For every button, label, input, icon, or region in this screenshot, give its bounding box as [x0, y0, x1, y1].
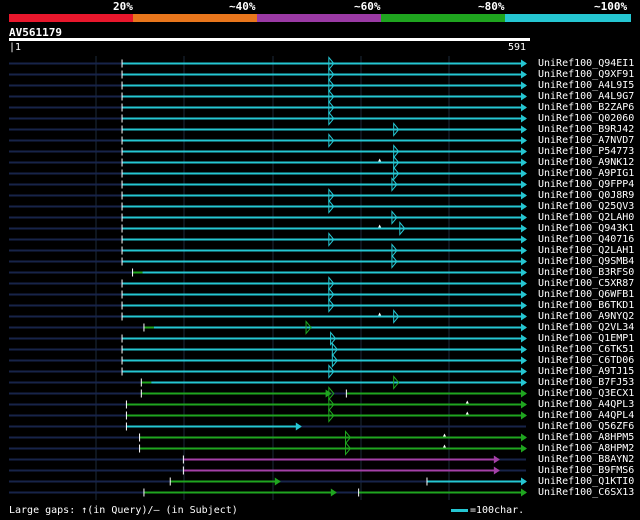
hit-label[interactable]: UniRef100_B9RJ42 [538, 124, 634, 135]
hit-label[interactable]: UniRef100_Q94EI1 [538, 58, 634, 69]
hit-label[interactable]: UniRef100_A8HPM2 [538, 443, 634, 454]
gap-in-subject-marker [465, 400, 469, 404]
hit-label[interactable]: UniRef100_C6TK51 [538, 344, 634, 355]
hit-end-arrow [521, 81, 527, 90]
hit-end-arrow [521, 488, 527, 497]
hit-end-arrow [295, 422, 302, 431]
hit-end-arrow [521, 433, 527, 442]
hit-end-arrow [521, 224, 527, 233]
hit-end-arrow [274, 477, 281, 486]
hit-end-arrow [521, 312, 527, 321]
hit-label[interactable]: UniRef100_Q9XF91 [538, 69, 634, 80]
hit-label[interactable]: UniRef100_P54773 [538, 146, 634, 157]
hit-end-arrow [521, 246, 527, 255]
hit-end-arrow [521, 180, 527, 189]
hit-end-arrow [521, 103, 527, 112]
hit-label[interactable]: UniRef100_A8HPM5 [538, 432, 634, 443]
hit-end-arrow [521, 257, 527, 266]
hit-end-arrow [521, 367, 527, 376]
hit-label[interactable]: UniRef100_Q1KTI0 [538, 476, 634, 487]
gap-in-subject-marker [378, 224, 382, 228]
hit-end-arrow [521, 191, 527, 200]
hit-end-arrow [493, 466, 500, 475]
hit-end-arrow [521, 158, 527, 167]
hit-end-arrow [521, 136, 527, 145]
gap-in-subject-marker [443, 433, 447, 437]
hit-end-arrow [521, 147, 527, 156]
scale-legend: =100char. [451, 505, 524, 516]
hit-label[interactable]: UniRef100_A9PIG1 [538, 168, 634, 179]
hit-label[interactable]: UniRef100_A4QPL3 [538, 399, 634, 410]
hit-end-arrow [521, 59, 527, 68]
hit-label[interactable]: UniRef100_B9FMS6 [538, 465, 634, 476]
hit-label[interactable]: UniRef100_Q40716 [538, 234, 634, 245]
hit-end-arrow [521, 477, 527, 486]
hit-end-arrow [521, 411, 527, 420]
hit-label[interactable]: UniRef100_B7FJ53 [538, 377, 634, 388]
hit-label[interactable]: UniRef100_Q02060 [538, 113, 634, 124]
hit-label[interactable]: UniRef100_C6TD06 [538, 355, 634, 366]
hit-end-arrow [521, 235, 527, 244]
hit-label[interactable]: UniRef100_B2ZAP6 [538, 102, 634, 113]
hit-label[interactable]: UniRef100_A4QPL4 [538, 410, 634, 421]
hit-label[interactable]: UniRef100_C5XR87 [538, 278, 634, 289]
gap-legend: Large gaps: ↑(in Query)/— (in Subject) [9, 505, 238, 516]
gap-in-subject-marker [465, 411, 469, 415]
hit-label[interactable]: UniRef100_A9TJ15 [538, 366, 634, 377]
hit-label[interactable]: UniRef100_B6TKD1 [538, 300, 634, 311]
hit-end-arrow [521, 92, 527, 101]
hit-label[interactable]: UniRef100_Q943K1 [538, 223, 634, 234]
hit-end-arrow [521, 378, 527, 387]
hit-end-arrow [521, 400, 527, 409]
hit-end-arrow [521, 290, 527, 299]
gap-in-subject-marker [443, 444, 447, 448]
hit-end-arrow [521, 356, 527, 365]
hit-end-arrow [521, 268, 527, 277]
hit-end-arrow [521, 70, 527, 79]
hit-end-arrow [521, 334, 527, 343]
hit-label[interactable]: UniRef100_A9NYQ2 [538, 311, 634, 322]
hit-label[interactable]: UniRef100_Q25QV3 [538, 201, 634, 212]
hit-label[interactable]: UniRef100_C6SX13 [538, 487, 634, 498]
hit-label[interactable]: UniRef100_Q2VL34 [538, 322, 634, 333]
hit-end-arrow [521, 301, 527, 310]
hit-label[interactable]: UniRef100_Q6WFB1 [538, 289, 634, 300]
hit-end-arrow [521, 125, 527, 134]
gap-in-subject-marker [378, 158, 382, 162]
hit-end-arrow [521, 323, 527, 332]
hit-label[interactable]: UniRef100_Q3ECX1 [538, 388, 634, 399]
hit-label[interactable]: UniRef100_Q9SMB4 [538, 256, 634, 267]
hit-end-arrow [521, 389, 527, 398]
scale-legend-text: =100char. [470, 505, 525, 516]
hit-label[interactable]: UniRef100_A4L9G7 [538, 91, 634, 102]
hit-label[interactable]: UniRef100_B8AYN2 [538, 454, 634, 465]
hit-label[interactable]: UniRef100_A9NK12 [538, 157, 634, 168]
hit-label[interactable]: UniRef100_Q2LAH1 [538, 245, 634, 256]
hit-end-arrow [521, 279, 527, 288]
hit-label[interactable]: UniRef100_Q9FPP4 [538, 179, 634, 190]
hit-label[interactable]: UniRef100_Q1EMP1 [538, 333, 634, 344]
hit-end-arrow [521, 169, 527, 178]
hit-end-arrow [521, 213, 527, 222]
hit-label[interactable]: UniRef100_Q2LAH0 [538, 212, 634, 223]
scale-legend-swatch [451, 508, 468, 512]
hit-label[interactable]: UniRef100_A4L9I5 [538, 80, 634, 91]
hit-label[interactable]: UniRef100_Q56ZF6 [538, 421, 634, 432]
hit-label[interactable]: UniRef100_Q0J8R9 [538, 190, 634, 201]
hit-end-arrow [521, 345, 527, 354]
hit-end-arrow [521, 202, 527, 211]
hit-end-arrow [493, 455, 500, 464]
hit-label[interactable]: UniRef100_A7NVD7 [538, 135, 634, 146]
gap-in-subject-marker [378, 312, 382, 316]
hit-end-arrow [330, 488, 337, 497]
hit-label[interactable]: UniRef100_B3RFS0 [538, 267, 634, 278]
hit-end-arrow [521, 444, 527, 453]
hit-end-arrow [521, 114, 527, 123]
